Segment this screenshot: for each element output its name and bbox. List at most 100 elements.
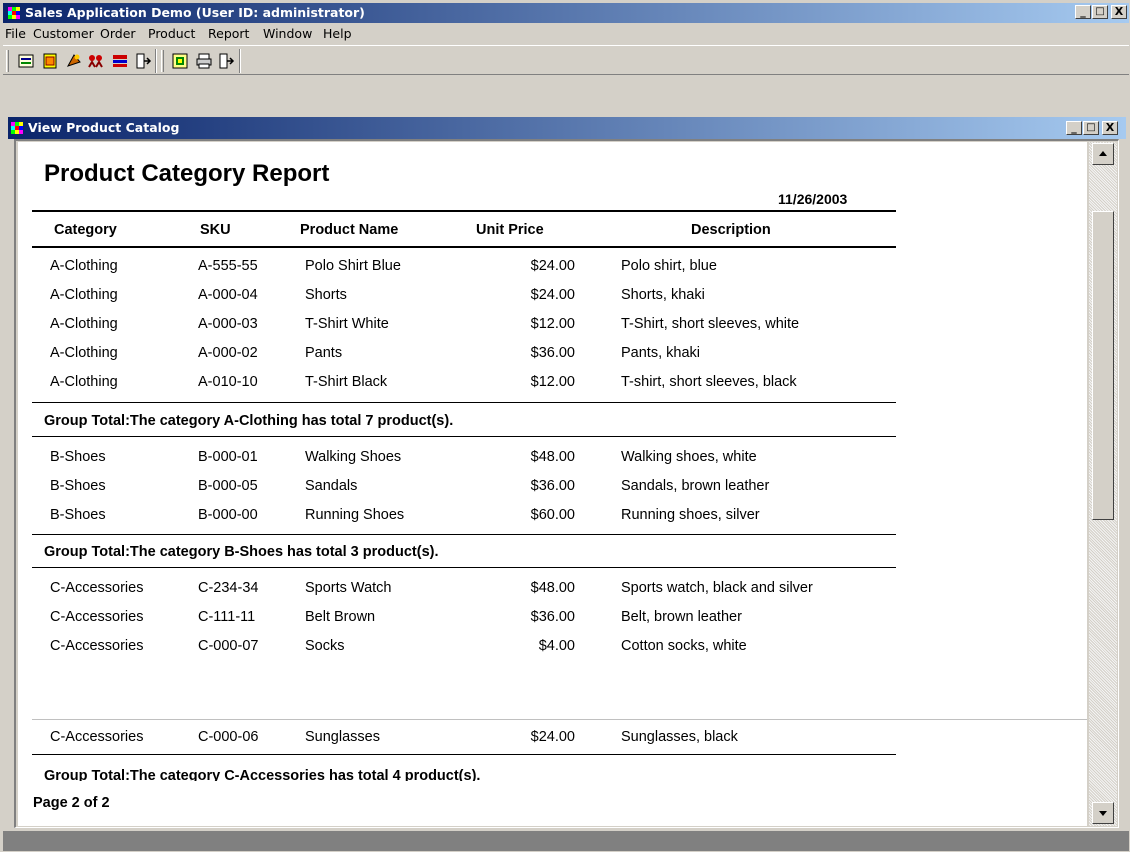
toolbar-grip[interactable] — [161, 50, 164, 72]
print-icon[interactable] — [195, 52, 213, 70]
child-maximize-button[interactable]: □ — [1083, 121, 1099, 135]
row-unit-price: $36.00 — [530, 478, 575, 494]
row-description: T-shirt, short sleeves, black — [621, 374, 797, 390]
row-category: C-Accessories — [50, 638, 144, 654]
row-description: T-Shirt, short sleeves, white — [621, 316, 800, 332]
row-category: A-Clothing — [50, 258, 118, 274]
menu-product[interactable]: Product — [148, 26, 195, 41]
application-window: Sales Application Demo (User ID: adminis… — [0, 0, 1130, 852]
menu-order[interactable]: Order — [100, 26, 136, 41]
row-product-name: T-Shirt Black — [305, 374, 388, 390]
child-minimize-button[interactable]: _ — [1066, 121, 1082, 135]
row-sku: C-000-07 — [198, 638, 259, 654]
scroll-thumb[interactable] — [1092, 211, 1114, 520]
report-title: Product Category Report — [44, 160, 330, 187]
menu-report[interactable]: Report — [208, 26, 249, 41]
vertical-scrollbar[interactable] — [1089, 142, 1117, 826]
maximize-button[interactable]: □ — [1092, 5, 1108, 19]
close-button[interactable]: X — [1111, 5, 1127, 19]
col-header-category: Category — [54, 222, 117, 238]
row-product-name: Running Shoes — [305, 507, 405, 523]
child-close-button[interactable]: X — [1102, 121, 1118, 135]
page-break-rule — [32, 719, 1087, 720]
scroll-up-button[interactable] — [1092, 143, 1114, 165]
child-title-bar[interactable]: View Product Catalog — [8, 117, 1126, 139]
app-title-bar[interactable]: Sales Application Demo (User ID: adminis… — [3, 3, 1129, 23]
row-unit-price: $36.00 — [530, 609, 575, 625]
app-title: Sales Application Demo (User ID: adminis… — [25, 5, 365, 20]
group-rule — [32, 567, 896, 568]
row-sku: B-000-01 — [198, 449, 258, 465]
row-category: B-Shoes — [50, 478, 106, 494]
group-rule — [32, 402, 896, 403]
menu-help[interactable]: Help — [323, 26, 352, 41]
row-sku: C-111-11 — [198, 609, 256, 625]
row-description: Running shoes, silver — [621, 507, 760, 523]
row-product-name: Shorts — [305, 287, 347, 303]
group-rule — [32, 754, 896, 755]
logout-icon[interactable] — [217, 52, 235, 70]
page-indicator: Page 2 of 2 — [33, 795, 110, 811]
col-header-product-name: Product Name — [300, 222, 399, 238]
row-sku: A-000-03 — [198, 316, 258, 332]
toolbar-separator — [239, 49, 241, 73]
toolbar-grip[interactable] — [6, 50, 9, 72]
row-description: Cotton socks, white — [621, 638, 747, 654]
row-sku: B-000-00 — [198, 507, 258, 523]
row-sku: B-000-05 — [198, 478, 258, 494]
row-description: Shorts, khaki — [621, 287, 705, 303]
row-category: C-Accessories — [50, 609, 144, 625]
menu-bar: File Customer Order Product Report Windo… — [3, 23, 1129, 43]
col-header-description: Description — [691, 222, 771, 238]
group-total-a-clothing: Group Total:The category A-Clothing has … — [44, 413, 454, 429]
row-category: A-Clothing — [50, 374, 118, 390]
group-total-b-shoes: Group Total:The category B-Shoes has tot… — [44, 544, 439, 560]
group-rule — [32, 436, 896, 437]
header-rule — [32, 246, 896, 248]
row-description: Polo shirt, blue — [621, 258, 717, 274]
row-category: A-Clothing — [50, 316, 118, 332]
row-sku: A-000-02 — [198, 345, 258, 361]
header-rule — [32, 210, 896, 212]
row-description: Walking shoes, white — [621, 449, 757, 465]
row-unit-price: $12.00 — [530, 374, 575, 390]
exit-icon[interactable] — [134, 52, 152, 70]
arrow-down-icon — [1099, 811, 1107, 816]
product-icon[interactable] — [65, 52, 83, 70]
scroll-down-button[interactable] — [1092, 802, 1114, 824]
arrow-up-icon — [1099, 151, 1107, 156]
row-unit-price: $24.00 — [530, 287, 575, 303]
row-category: B-Shoes — [50, 449, 106, 465]
group-rule — [32, 534, 896, 535]
row-unit-price: $60.00 — [530, 507, 575, 523]
toolbar-separator — [155, 49, 157, 73]
row-sku: A-555-55 — [198, 258, 258, 274]
sales-icon[interactable] — [87, 52, 105, 70]
inventory-icon[interactable] — [111, 52, 129, 70]
minimize-button[interactable]: _ — [1075, 5, 1091, 19]
row-description: Pants, khaki — [621, 345, 700, 361]
app-icon — [8, 7, 21, 19]
row-product-name: Socks — [305, 638, 345, 654]
row-category: A-Clothing — [50, 287, 118, 303]
group-total-c-accessories: Group Total:The category C-Accessories h… — [44, 768, 481, 781]
row-sku: A-000-04 — [198, 287, 258, 303]
menu-file[interactable]: File — [5, 26, 26, 41]
row-category: C-Accessories — [50, 580, 144, 596]
child-window-title: View Product Catalog — [28, 120, 180, 135]
row-description: Sports watch, black and silver — [621, 580, 813, 596]
report-icon[interactable] — [171, 52, 189, 70]
menu-window[interactable]: Window — [263, 26, 312, 41]
row-product-name: Walking Shoes — [305, 449, 402, 465]
row-product-name: Sports Watch — [305, 580, 392, 596]
row-unit-price: $4.00 — [538, 638, 575, 654]
row-description: Sunglasses, black — [621, 729, 738, 745]
menu-customer[interactable]: Customer — [33, 26, 94, 41]
customer-icon[interactable] — [17, 52, 35, 70]
order-icon[interactable] — [41, 52, 59, 70]
child-window-icon — [11, 122, 24, 134]
col-header-sku: SKU — [200, 222, 231, 238]
row-category: B-Shoes — [50, 507, 106, 523]
row-sku: A-010-10 — [198, 374, 258, 390]
row-unit-price: $36.00 — [530, 345, 575, 361]
